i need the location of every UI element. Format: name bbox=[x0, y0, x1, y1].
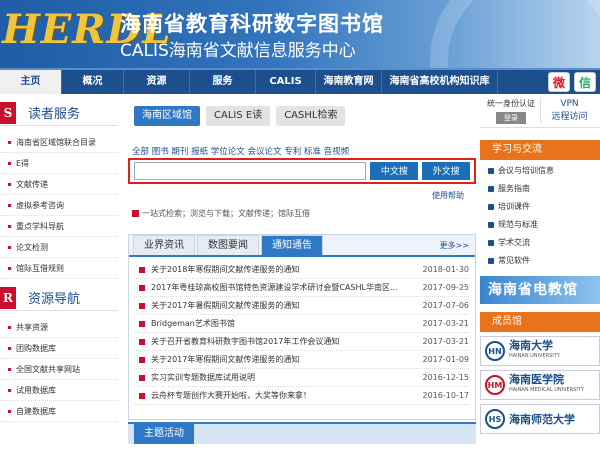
list-item[interactable]: 关于2018年寒假期间文献传递服务的通知 2018-01-30 bbox=[135, 261, 469, 279]
sidebar-item-paper-check[interactable]: 论文检测 bbox=[0, 237, 118, 258]
sidebar-item-group-purchase-db[interactable]: 团购数据库 bbox=[0, 338, 118, 359]
onestop-info: 一站式检索；浏览与下载；文献传递；馆际互借 bbox=[132, 208, 310, 219]
audiovisual-banner[interactable]: 海南省电教馆 bbox=[480, 276, 600, 304]
resource-nav-list: 共享资源 团购数据库 全国文献共享网站 试用数据库 自建数据库 bbox=[0, 317, 118, 422]
list-item[interactable]: 服务指南 bbox=[486, 180, 600, 198]
list-item[interactable]: 2017年粤桂琼高校图书馆特色资源建设学术研讨会暨CASHL华南区... 2017… bbox=[135, 279, 469, 297]
site-title-en: CALIS海南省文献信息服务中心 bbox=[120, 41, 356, 61]
resource-nav-header: R 资源导航 bbox=[0, 285, 118, 311]
sidebar-item-self-built-db[interactable]: 自建数据库 bbox=[0, 401, 118, 422]
search-source-tabs: 海南区域馆 CALIS E读 CASHL检索 bbox=[134, 106, 346, 126]
learning-exchange-header: 学习与交流 bbox=[480, 140, 600, 160]
section-badge: S bbox=[0, 101, 16, 124]
list-item[interactable]: 关于召开省教育科研数字图书馆2017年工作会议通知 2017-03-21 bbox=[135, 333, 469, 351]
right-sidebar: 统一身份认证 登录 VPN 远程访问 学习与交流 会议与培训信息 服务指南 培训… bbox=[480, 94, 600, 450]
sidebar-item-document-delivery[interactable]: 文献传递 bbox=[0, 174, 118, 195]
member-hainan-university[interactable]: HN 海南大学 HAINAN UNIVERSITY bbox=[480, 336, 600, 366]
search-box: 中文搜索 外文搜索 bbox=[128, 158, 476, 194]
main-nav: 主页 概况 资源 服务 CALIS 海南教育网 海南省高校机构知识库 微 信 bbox=[0, 68, 600, 94]
topic-activities-bar: 主题活动 bbox=[128, 422, 476, 444]
news-panel: 业界资讯 数图要闻 通知通告 更多>> 关于2018年寒假期间文献传递服务的通知… bbox=[128, 234, 476, 420]
site-title-cn: 海南省教育科研数字图书馆 bbox=[120, 12, 384, 36]
list-item[interactable]: 规范与标准 bbox=[486, 216, 600, 234]
reader-services-list: 海南省区域馆联合目录 E得 文献传递 虚拟参考咨询 重点学科导航 论文检测 馆际… bbox=[0, 132, 118, 279]
tab-topic-activities[interactable]: 主题活动 bbox=[134, 424, 194, 444]
tab-calis-eread[interactable]: CALIS E读 bbox=[206, 106, 271, 126]
nav-item-overview[interactable]: 概况 bbox=[62, 70, 124, 94]
left-sidebar: S 读者服务 海南省区域馆联合目录 E得 文献传递 虚拟参考咨询 重点学科导航 … bbox=[0, 94, 118, 450]
university-seal-icon: HM bbox=[485, 375, 505, 395]
bullet-icon bbox=[139, 393, 145, 399]
bullet-icon bbox=[139, 285, 145, 291]
sidebar-item-union-catalog[interactable]: 海南省区域馆联合目录 bbox=[0, 132, 118, 153]
list-item[interactable]: 会议与培训信息 bbox=[486, 162, 600, 180]
section-title: 读者服务 bbox=[28, 107, 81, 122]
nav-item-hainan-edu-net[interactable]: 海南教育网 bbox=[316, 70, 382, 94]
list-item[interactable]: 关于2017年暑假期间文献传递服务的通知 2017-07-06 bbox=[135, 297, 469, 315]
more-link[interactable]: 更多>> bbox=[440, 240, 469, 251]
list-item[interactable]: 关于2017年寒假期间文献传递服务的通知 2017-01-09 bbox=[135, 351, 469, 369]
member-libraries-header: 成员馆 bbox=[480, 312, 600, 332]
unified-auth: 统一身份认证 登录 bbox=[482, 98, 540, 124]
bullet-icon bbox=[139, 357, 145, 363]
list-item[interactable]: 常见软件 bbox=[486, 252, 600, 270]
main-content: 海南区域馆 CALIS E读 CASHL检索 全部 图书 期刊 报纸 学位论文 … bbox=[126, 94, 478, 450]
list-item[interactable]: 云舟杯专题创作大赛开始啦，大奖等你来拿！ 2016-10-17 bbox=[135, 387, 469, 405]
list-item[interactable]: 培训课件 bbox=[486, 198, 600, 216]
nav-item-services[interactable]: 服务 bbox=[190, 70, 256, 94]
search-type-links[interactable]: 全部 图书 期刊 报纸 学位论文 会议论文 专利 标准 音视频 bbox=[132, 145, 349, 157]
login-title: 统一身份认证 bbox=[487, 99, 535, 108]
sidebar-item-e-de[interactable]: E得 bbox=[0, 153, 118, 174]
university-seal-icon: HN bbox=[485, 341, 505, 361]
tab-notices[interactable]: 通知通告 bbox=[261, 235, 323, 255]
sidebar-item-shared-resources[interactable]: 共享资源 bbox=[0, 317, 118, 338]
list-item[interactable]: 学术交流 bbox=[486, 234, 600, 252]
bullet-icon bbox=[139, 267, 145, 273]
sidebar-item-subject-navigation[interactable]: 重点学科导航 bbox=[0, 216, 118, 237]
vpn-link[interactable]: VPN 远程访问 bbox=[540, 98, 598, 123]
sidebar-item-national-sharing[interactable]: 全国文献共享网站 bbox=[0, 359, 118, 380]
bullet-icon bbox=[139, 375, 145, 381]
nav-item-repository[interactable]: 海南省高校机构知识库 bbox=[382, 70, 498, 94]
chinese-search-button[interactable]: 中文搜索 bbox=[370, 162, 419, 194]
login-button[interactable]: 登录 bbox=[496, 112, 526, 124]
wechat-icon[interactable]: 信 bbox=[574, 72, 596, 92]
tab-cashl-search[interactable]: CASHL检索 bbox=[276, 106, 346, 126]
foreign-search-button[interactable]: 外文搜索 bbox=[422, 162, 470, 194]
site-header: HERDL 海南省教育科研数字图书馆 CALIS海南省文献信息服务中心 bbox=[0, 0, 600, 68]
university-seal-icon: HS bbox=[485, 409, 505, 429]
vpn-subtitle: 远程访问 bbox=[551, 112, 588, 122]
member-hainan-normal[interactable]: HS 海南师范大学 bbox=[480, 404, 600, 434]
sidebar-item-trial-db[interactable]: 试用数据库 bbox=[0, 380, 118, 401]
section-title: 资源导航 bbox=[28, 292, 81, 307]
vpn-title: VPN bbox=[560, 99, 579, 109]
list-item[interactable]: Bridgeman艺术图书馆 2017-03-21 bbox=[135, 315, 469, 333]
nav-item-resources[interactable]: 资源 bbox=[124, 70, 190, 94]
reader-services-header: S 读者服务 bbox=[0, 100, 118, 126]
tab-industry-news[interactable]: 业界资讯 bbox=[133, 235, 195, 255]
nav-item-calis[interactable]: CALIS bbox=[256, 70, 316, 94]
search-input[interactable] bbox=[134, 162, 367, 180]
onestop-icon bbox=[132, 210, 139, 217]
section-badge: R bbox=[0, 286, 16, 309]
list-item[interactable]: 实习实训专题数据库试用说明 2016-12-15 bbox=[135, 369, 469, 387]
tab-hainan-regional[interactable]: 海南区域馆 bbox=[134, 106, 200, 126]
social-icons: 微 信 bbox=[548, 72, 596, 92]
learning-exchange-list: 会议与培训信息 服务指南 培训课件 规范与标准 学术交流 常见软件 bbox=[480, 160, 600, 270]
onestop-text: 一站式检索；浏览与下载；文献传递；馆际互借 bbox=[142, 209, 310, 218]
tab-library-news[interactable]: 数图要闻 bbox=[197, 235, 259, 255]
help-link[interactable]: 使用帮助 bbox=[432, 190, 464, 201]
login-panel: 统一身份认证 登录 VPN 远程访问 bbox=[480, 94, 600, 128]
header-decoration bbox=[430, 0, 600, 68]
bullet-icon bbox=[139, 303, 145, 309]
nav-item-home[interactable]: 主页 bbox=[0, 70, 62, 94]
sidebar-item-virtual-reference[interactable]: 虚拟参考咨询 bbox=[0, 195, 118, 216]
member-hainan-medical[interactable]: HM 海南医学院 HAINAN MEDICAL UNIVERSITY bbox=[480, 370, 600, 400]
news-list: 关于2018年寒假期间文献传递服务的通知 2018-01-30 2017年粤桂琼高… bbox=[129, 257, 475, 405]
weibo-icon[interactable]: 微 bbox=[548, 72, 570, 92]
bullet-icon bbox=[139, 339, 145, 345]
bullet-icon bbox=[139, 321, 145, 327]
news-tabs: 业界资讯 数图要闻 通知通告 更多>> bbox=[129, 235, 475, 257]
sidebar-item-interlibrary-rules[interactable]: 馆际互借规则 bbox=[0, 258, 118, 279]
